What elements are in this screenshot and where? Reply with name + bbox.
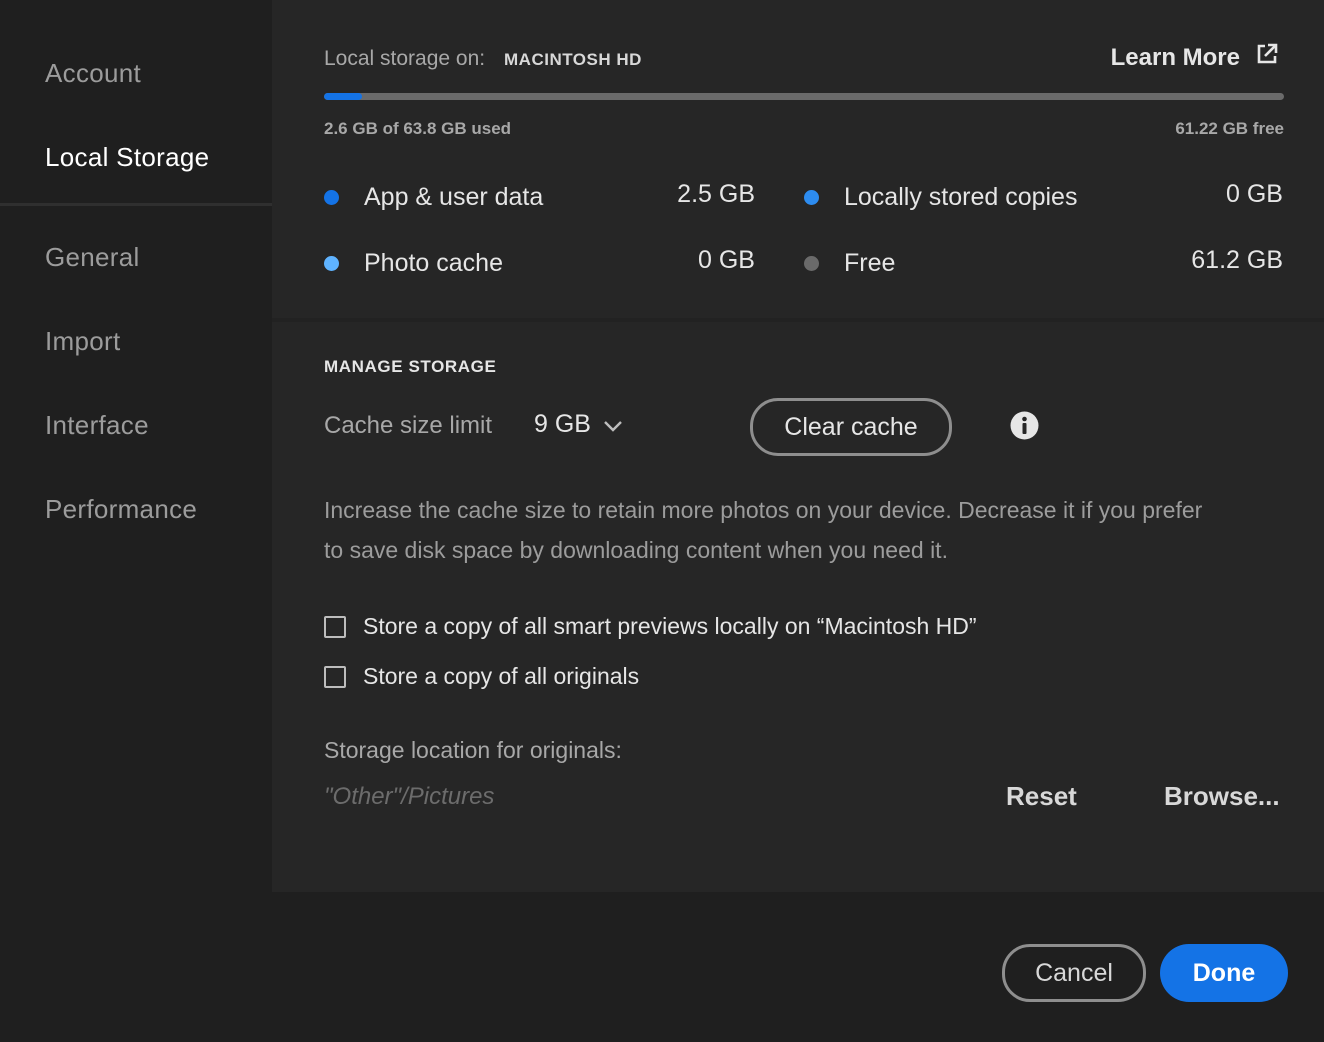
originals-checkbox-row[interactable]: Store a copy of all originals (324, 663, 639, 690)
legend-dot-icon (324, 255, 339, 271)
sidebar-divider (0, 203, 272, 206)
external-link-icon (1256, 43, 1278, 72)
legend-label: Free (844, 248, 896, 277)
preferences-sidebar: Account Local Storage General Import Int… (0, 0, 272, 892)
smart-previews-checkbox[interactable] (324, 615, 346, 638)
legend-value-free: 61.2 GB (1191, 246, 1283, 274)
done-button[interactable]: Done (1160, 944, 1288, 1002)
clear-cache-button[interactable]: Clear cache (750, 398, 952, 456)
browse-button[interactable]: Browse... (1164, 781, 1280, 812)
storage-usage-fill (324, 93, 363, 100)
legend-locally-stored-copies: Locally stored copies (804, 180, 1077, 214)
originals-checkbox[interactable] (324, 665, 346, 688)
legend-label: Locally stored copies (844, 182, 1078, 211)
legend-value-photo-cache: 0 GB (698, 246, 755, 274)
storage-usage-bar (324, 93, 1284, 100)
legend-label: Photo cache (364, 248, 503, 277)
legend-app-user-data: App & user data (324, 180, 543, 214)
cancel-button[interactable]: Cancel (1002, 944, 1146, 1002)
cache-size-value: 9 GB (534, 410, 591, 438)
sidebar-item-performance[interactable]: Performance (45, 494, 197, 525)
cache-size-dropdown[interactable]: 9 GB (534, 410, 623, 439)
section-divider (272, 318, 1324, 322)
free-text: 61.22 GB free (1175, 119, 1284, 138)
chevron-down-icon (603, 410, 623, 439)
storage-location-path: "Other"/Pictures (324, 783, 495, 810)
manage-storage-heading: MANAGE STORAGE (324, 357, 497, 376)
local-storage-panel: Local storage on: MACINTOSH HD Learn Mor… (272, 0, 1324, 892)
legend-dot-icon (324, 189, 339, 205)
legend-value-app-user-data: 2.5 GB (677, 180, 755, 208)
learn-more-label: Learn More (1110, 43, 1240, 71)
info-icon[interactable] (1010, 411, 1039, 440)
smart-previews-label: Store a copy of all smart previews local… (363, 613, 977, 639)
sidebar-item-interface[interactable]: Interface (45, 410, 149, 441)
originals-label: Store a copy of all originals (363, 663, 640, 689)
drive-name: MACINTOSH HD (504, 50, 642, 69)
legend-photo-cache: Photo cache (324, 246, 503, 280)
smart-previews-checkbox-row[interactable]: Store a copy of all smart previews local… (324, 613, 977, 640)
legend-free: Free (804, 246, 895, 280)
cache-help-text: Increase the cache size to retain more p… (324, 497, 1203, 563)
reset-button[interactable]: Reset (1006, 781, 1077, 812)
sidebar-item-import[interactable]: Import (45, 326, 120, 357)
storage-location-label: Storage location for originals: (324, 737, 622, 763)
sidebar-item-account[interactable]: Account (45, 58, 141, 89)
used-text: 2.6 GB of 63.8 GB used (324, 119, 512, 138)
legend-dot-icon (804, 189, 819, 205)
legend-label: App & user data (364, 182, 544, 211)
cache-size-label: Cache size limit (324, 412, 493, 439)
learn-more-link[interactable]: Learn More (1111, 43, 1278, 72)
storage-label: Local storage on: (324, 47, 486, 70)
legend-value-locally-stored-copies: 0 GB (1226, 180, 1283, 208)
sidebar-item-general[interactable]: General (45, 242, 140, 273)
legend-dot-icon (804, 255, 819, 271)
sidebar-item-local-storage[interactable]: Local Storage (45, 142, 209, 173)
storage-overview: Local storage on: MACINTOSH HD Learn Mor… (272, 0, 1324, 318)
